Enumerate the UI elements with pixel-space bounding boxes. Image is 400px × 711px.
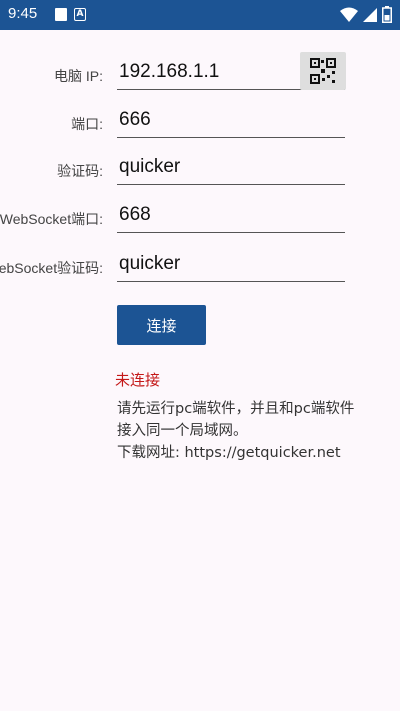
info-text: 请先运行pc端软件，并且和pc端软件 接入同一个局域网。 下载网址: https… xyxy=(117,398,387,464)
ws-code-row: WebSocket验证码: xyxy=(0,246,400,286)
ip-label: 电脑 IP: xyxy=(53,68,103,84)
wifi-icon xyxy=(340,7,358,22)
ws-port-label: WebSocket端口: xyxy=(0,211,103,227)
info-line-1: 请先运行pc端软件，并且和pc端软件 xyxy=(117,401,355,417)
status-time: 9:45 xyxy=(8,5,38,22)
port-row: 端口: xyxy=(0,102,400,142)
qr-code-icon xyxy=(310,58,336,84)
port-input[interactable] xyxy=(117,102,345,138)
info-line-3: 下载网址: https://getquicker.net xyxy=(117,445,341,461)
connect-button[interactable]: 连接 xyxy=(117,305,206,345)
notification-a-icon: A xyxy=(74,8,86,21)
code-label: 验证码: xyxy=(57,163,103,179)
connection-status: 未连接 xyxy=(115,371,161,389)
status-bar: 9:45 A xyxy=(0,0,400,30)
status-icons xyxy=(340,6,392,23)
port-label: 端口: xyxy=(71,116,103,132)
code-row: 验证码: xyxy=(0,149,400,189)
ws-port-row: WebSocket端口: xyxy=(0,197,400,237)
code-input[interactable] xyxy=(117,149,345,185)
battery-icon xyxy=(382,6,392,23)
notification-icon xyxy=(55,8,67,21)
signal-icon xyxy=(363,7,377,22)
ws-port-input[interactable] xyxy=(117,197,345,233)
info-line-2: 接入同一个局域网。 xyxy=(117,423,248,439)
ws-code-input[interactable] xyxy=(117,246,345,282)
ws-code-label: WebSocket验证码: xyxy=(0,260,103,276)
scan-qr-button[interactable] xyxy=(300,52,346,90)
